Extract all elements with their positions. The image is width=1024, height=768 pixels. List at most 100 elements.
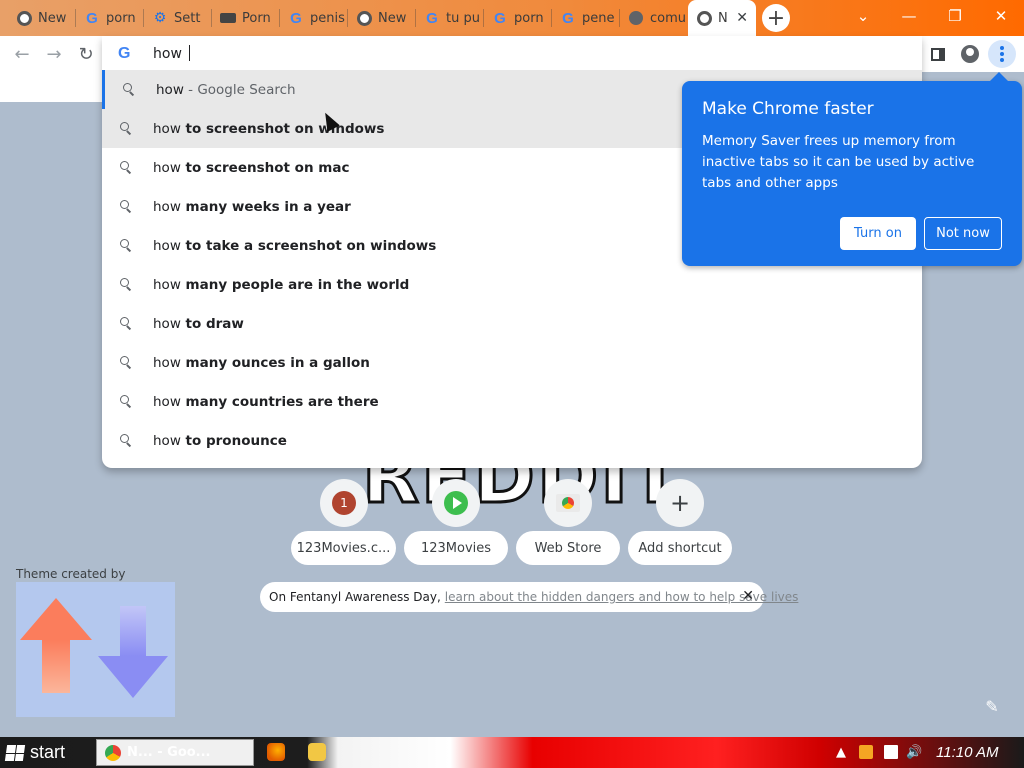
theme-credit-label: Theme created by xyxy=(16,567,126,581)
taskbar: start N... - Goo... ▲ 🔊 11:10 AM xyxy=(0,737,1024,768)
add-shortcut-label[interactable]: Add shortcut xyxy=(628,531,732,565)
tab-active[interactable]: N ✕ xyxy=(688,0,756,36)
promo-body: Memory Saver frees up memory from inacti… xyxy=(702,133,975,191)
network-icon[interactable] xyxy=(884,745,898,759)
suggestion-row[interactable]: how to draw xyxy=(102,304,922,343)
side-panel-icon xyxy=(931,47,945,61)
tab-label: pene xyxy=(582,10,615,26)
search-icon xyxy=(119,433,134,448)
search-icon xyxy=(119,199,134,214)
taskbar-window-label: N... - Goo... xyxy=(127,745,211,760)
folder-icon[interactable] xyxy=(308,743,326,761)
bookmark-bar-stub xyxy=(0,72,102,102)
chrome-icon xyxy=(16,10,32,26)
search-icon xyxy=(119,394,134,409)
tab-label: Porn xyxy=(242,10,271,26)
chrome-icon xyxy=(105,744,121,761)
123movies-icon: 1 xyxy=(332,491,356,515)
search-icon xyxy=(119,160,134,175)
tab-9[interactable]: G pene xyxy=(552,0,620,36)
play-icon xyxy=(444,491,468,515)
tab-4[interactable]: Porn xyxy=(212,0,280,36)
gear-icon: ⚙ xyxy=(153,10,167,26)
chrome-menu-button[interactable] xyxy=(988,40,1016,68)
reload-button[interactable]: ↻ xyxy=(72,40,100,68)
search-icon xyxy=(119,316,134,331)
notice-text: On Fentanyl Awareness Day, xyxy=(269,590,441,604)
start-button[interactable]: start xyxy=(0,737,90,768)
tab-10[interactable]: comu xyxy=(620,0,688,36)
close-tab-icon[interactable]: ✕ xyxy=(736,10,748,26)
shortcut-label-1[interactable]: 123Movies.c... xyxy=(291,531,396,565)
customize-pencil-icon[interactable]: ✎ xyxy=(980,694,1004,718)
image-icon xyxy=(220,10,236,26)
tab-5[interactable]: G penis xyxy=(280,0,348,36)
tab-8[interactable]: G porn xyxy=(484,0,552,36)
security-tray-icon[interactable] xyxy=(859,745,873,759)
profile-icon xyxy=(961,45,979,63)
turn-on-button[interactable]: Turn on xyxy=(840,217,916,250)
windows-logo-icon xyxy=(4,744,26,761)
chrome-icon xyxy=(356,10,372,26)
tab-3[interactable]: ⚙ Sett xyxy=(144,0,212,36)
back-button[interactable]: ← xyxy=(8,40,36,68)
shortcut-tile-1[interactable]: 1 xyxy=(320,479,368,527)
tab-label: porn xyxy=(514,10,544,26)
memory-saver-promo: Make Chrome faster Memory Saver frees up… xyxy=(682,72,1022,266)
tab-7[interactable]: G tu pu xyxy=(416,0,484,36)
tab-1[interactable]: New xyxy=(8,0,76,36)
tab-label: New xyxy=(378,10,407,26)
chrome-icon xyxy=(696,10,712,26)
omnibox-input[interactable]: how xyxy=(153,45,191,62)
shortcut-tile-2[interactable] xyxy=(432,479,480,527)
tab-2[interactable]: G porn xyxy=(76,0,144,36)
shortcut-label-2[interactable]: 123Movies xyxy=(404,531,508,565)
search-icon xyxy=(119,238,134,253)
tab-strip: New G porn ⚙ Sett Porn G penis New G tu … xyxy=(0,0,1024,36)
side-panel-button[interactable] xyxy=(924,40,952,68)
tab-label: penis xyxy=(310,10,345,26)
add-shortcut-tile[interactable]: + xyxy=(656,479,704,527)
search-icon xyxy=(119,277,134,292)
restore-button[interactable]: ❐ xyxy=(932,0,978,32)
webstore-icon xyxy=(556,494,580,512)
google-icon: G xyxy=(290,9,302,27)
clock[interactable]: 11:10 AM xyxy=(936,737,999,768)
new-tab-button[interactable]: + xyxy=(762,4,790,32)
close-window-button[interactable]: ✕ xyxy=(978,0,1024,32)
tab-label: tu pu xyxy=(446,10,480,26)
theme-creator-image[interactable] xyxy=(16,582,175,717)
address-bar[interactable]: G how xyxy=(102,36,922,72)
tray-expand-icon[interactable]: ▲ xyxy=(836,737,846,768)
google-icon: G xyxy=(494,9,506,27)
close-icon[interactable]: ✕ xyxy=(742,588,754,604)
firefox-icon[interactable] xyxy=(267,743,285,761)
not-now-button[interactable]: Not now xyxy=(924,217,1002,250)
tab-6[interactable]: New xyxy=(348,0,416,36)
tab-label: N xyxy=(718,10,728,26)
suggestion-row[interactable]: how many ounces in a gallon xyxy=(102,343,922,382)
tab-label: Sett xyxy=(174,10,201,26)
arrow-down-icon xyxy=(98,606,168,701)
profile-button[interactable] xyxy=(956,40,984,68)
shortcut-label-3[interactable]: Web Store xyxy=(516,531,620,565)
shortcut-tile-3[interactable] xyxy=(544,479,592,527)
search-icon xyxy=(122,82,137,97)
google-icon: G xyxy=(118,45,131,62)
tab-search-chevron-down-icon[interactable]: ⌄ xyxy=(840,0,886,32)
suggestion-row[interactable]: how to pronounce xyxy=(102,421,922,460)
start-label: start xyxy=(30,742,66,762)
promo-title: Make Chrome faster xyxy=(702,99,874,119)
forward-button[interactable]: → xyxy=(40,40,68,68)
tab-label: porn xyxy=(106,10,136,26)
minimize-button[interactable]: — xyxy=(886,0,932,32)
search-icon xyxy=(119,355,134,370)
google-icon: G xyxy=(86,9,98,27)
taskbar-chrome-window[interactable]: N... - Goo... xyxy=(96,739,254,766)
volume-icon[interactable]: 🔊 xyxy=(906,737,922,768)
suggestion-row[interactable]: how many countries are there xyxy=(102,382,922,421)
more-vert-icon xyxy=(988,40,1016,68)
suggestion-row[interactable]: how many people are in the world xyxy=(102,265,922,304)
arrow-up-icon xyxy=(20,598,92,693)
search-icon xyxy=(119,121,134,136)
